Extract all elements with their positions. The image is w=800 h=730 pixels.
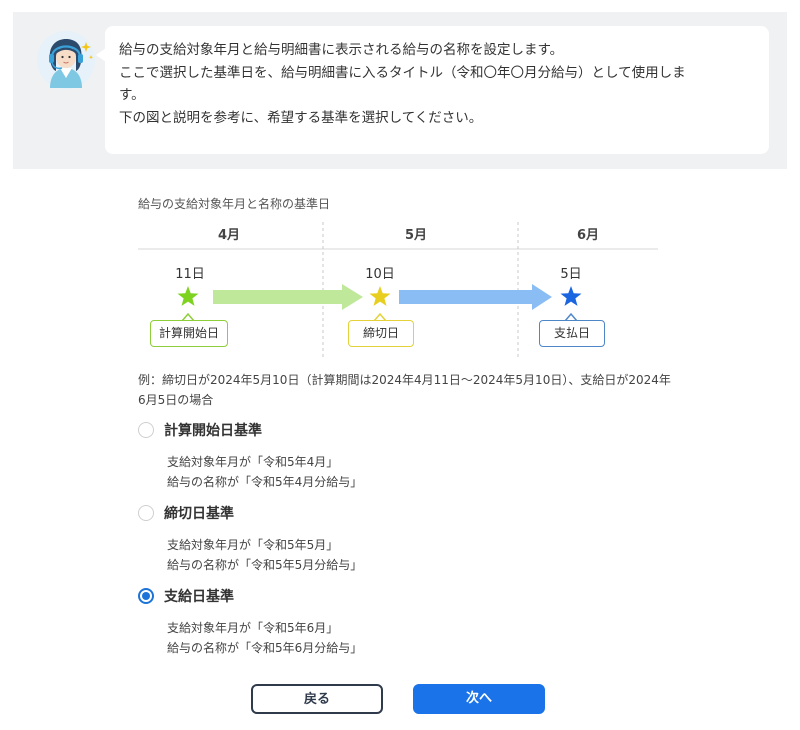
diagram-title: 給与の支給対象年月と名称の基準日 bbox=[138, 197, 331, 211]
option-desc-line-2: 給与の名称が「令和5年5月分給与」 bbox=[167, 558, 363, 572]
day-label-pay: 5日 bbox=[560, 267, 582, 282]
option-calc-start[interactable]: 計算開始日基準 bbox=[138, 420, 262, 440]
arrow-close-to-pay bbox=[399, 284, 552, 310]
month-label-apr: 4月 bbox=[217, 228, 241, 243]
intro-line-2: ここで選択した基準日を、給与明細書に入るタイトル（令和〇年〇月分給与）として使用… bbox=[119, 64, 686, 81]
callout-calc-start: 計算開始日 bbox=[150, 320, 228, 347]
option-label-pay[interactable]: 支給日基準 bbox=[164, 586, 234, 606]
radio-calc-start[interactable] bbox=[138, 422, 154, 438]
day-label-calc-start: 11日 bbox=[175, 267, 205, 282]
option-desc-line-2: 給与の名称が「令和5年6月分給与」 bbox=[167, 641, 363, 655]
example-text: 例：締切日が2024年5月10日（計算期間は2024年4月11日～2024年5月… bbox=[138, 373, 671, 407]
option-desc-calc-start: 支給対象年月が「令和5年4月」 給与の名称が「令和5年4月分給与」 bbox=[167, 452, 362, 492]
option-close[interactable]: 締切日基準 bbox=[138, 503, 234, 523]
star-close-icon bbox=[369, 286, 391, 306]
intro-line-3: す。 bbox=[119, 87, 145, 103]
intro-line-4: 下の図と説明を参考に、希望する基準を選択してください。 bbox=[119, 109, 483, 126]
option-pay[interactable]: 支給日基準 bbox=[138, 586, 234, 606]
star-pay-icon bbox=[560, 286, 582, 306]
option-desc-line-2: 給与の名称が「令和5年4月分給与」 bbox=[167, 475, 363, 489]
option-desc-close: 支給対象年月が「令和5年5月」 給与の名称が「令和5年5月分給与」 bbox=[167, 535, 362, 575]
star-calc-start-icon bbox=[177, 286, 199, 306]
callout-close: 締切日 bbox=[348, 320, 414, 347]
option-desc-pay: 支給対象年月が「令和5年6月」 給与の名称が「令和5年6月分給与」 bbox=[167, 618, 362, 658]
next-button[interactable]: 次へ bbox=[413, 684, 545, 714]
back-button[interactable]: 戻る bbox=[251, 684, 383, 714]
operator-avatar-icon bbox=[37, 31, 95, 89]
callout-pay: 支払日 bbox=[539, 320, 605, 347]
intro-line-1: 給与の支給対象年月と給与明細書に表示される給与の名称を設定します。 bbox=[119, 42, 564, 58]
option-label-calc-start[interactable]: 計算開始日基準 bbox=[164, 420, 262, 440]
option-desc-line-1: 支給対象年月が「令和5年4月」 bbox=[167, 455, 339, 469]
intro-panel: 給与の支給対象年月と給与明細書に表示される給与の名称を設定します。 ここで選択し… bbox=[13, 12, 787, 169]
intro-speech-bubble: 給与の支給対象年月と給与明細書に表示される給与の名称を設定します。 ここで選択し… bbox=[96, 26, 769, 154]
option-desc-line-1: 支給対象年月が「令和5年5月」 bbox=[167, 538, 339, 552]
month-label-jun: 6月 bbox=[576, 228, 600, 243]
radio-pay[interactable] bbox=[138, 588, 154, 604]
arrow-calc-to-close bbox=[213, 284, 363, 310]
option-desc-line-1: 支給対象年月が「令和5年6月」 bbox=[167, 621, 339, 635]
radio-close[interactable] bbox=[138, 505, 154, 521]
option-label-close[interactable]: 締切日基準 bbox=[164, 503, 234, 523]
month-label-may: 5月 bbox=[404, 228, 428, 243]
day-label-close: 10日 bbox=[365, 267, 395, 282]
